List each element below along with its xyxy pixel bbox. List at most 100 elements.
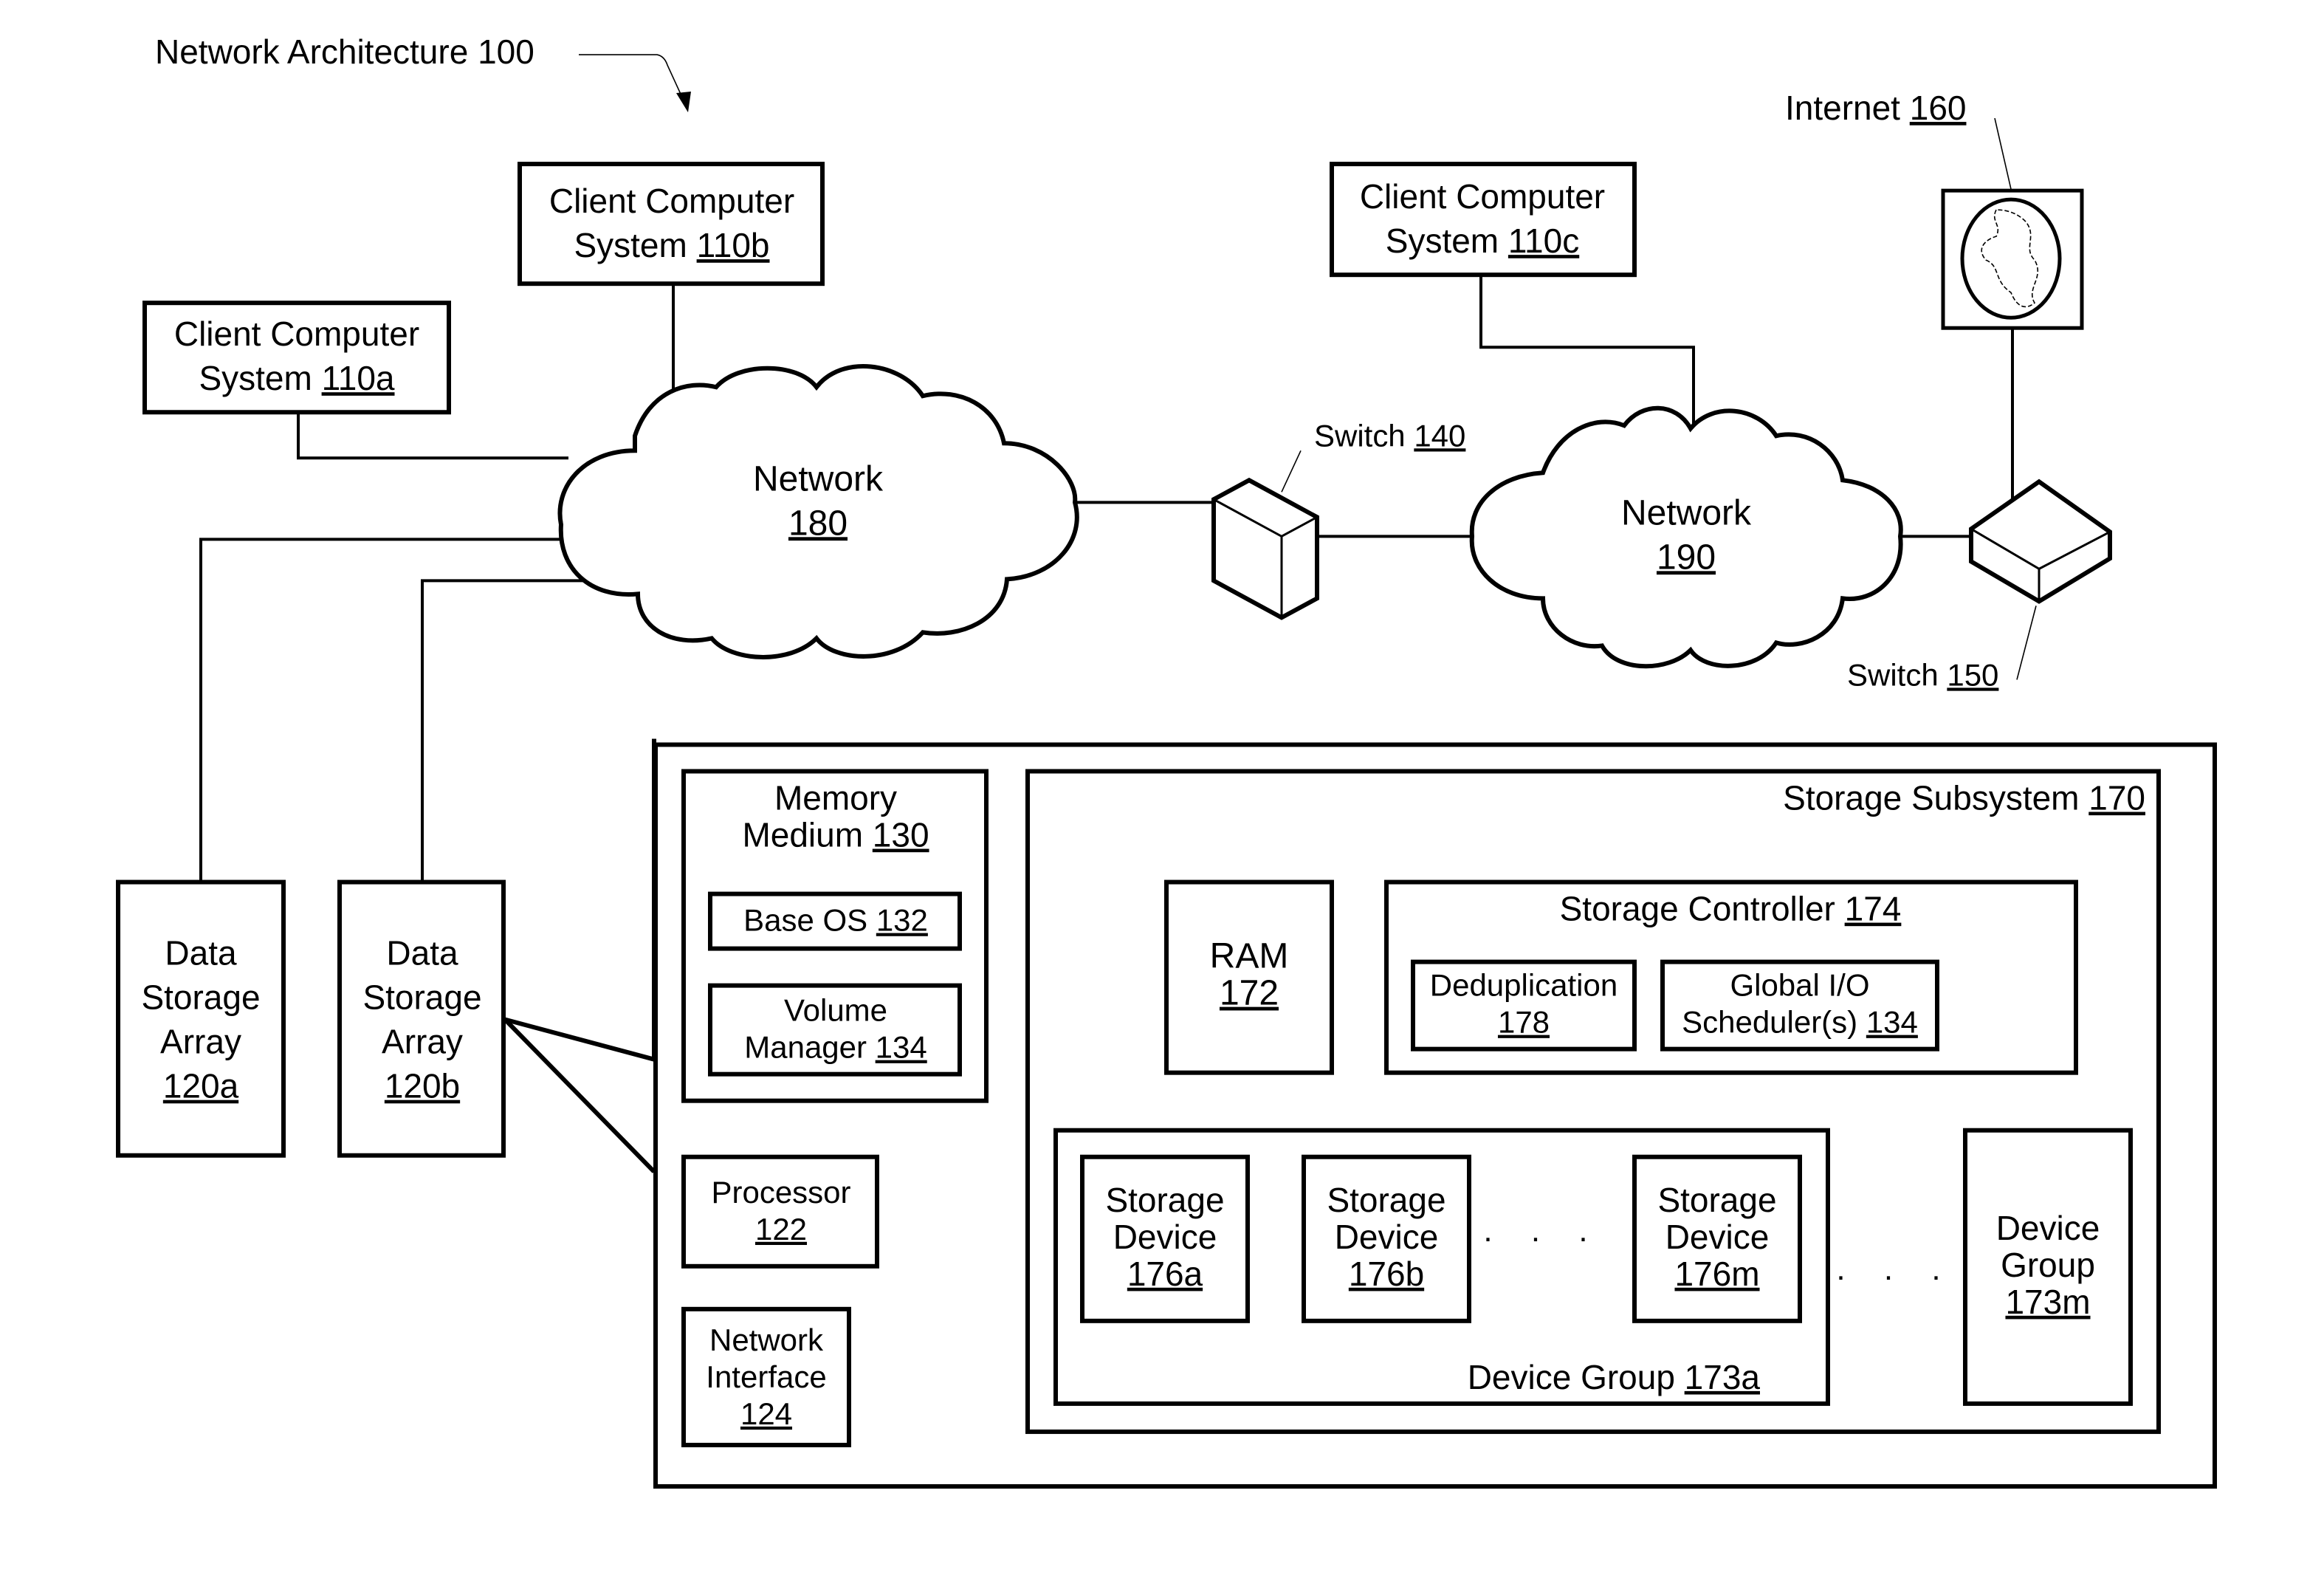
global-io-scheduler-134[interactable]: Global I/O Scheduler(s) 134 [1660, 959, 1939, 1052]
network-180-ref: 180 [788, 504, 848, 543]
device-group-173a-ref: 173a [1685, 1358, 1761, 1396]
client-110b-line1: Client Computer [549, 182, 794, 220]
svg-text:Manager 134: Manager 134 [744, 1030, 926, 1065]
storage-subsystem-ref: 170 [2088, 779, 2145, 817]
wire-110a-to-180 [297, 412, 568, 460]
ram-172[interactable]: RAM 172 [1164, 879, 1334, 1075]
internet-label: Internet [1785, 89, 1900, 127]
switch-140-leader [1281, 450, 1302, 493]
storage-controller-174[interactable]: Storage Controller 174 Deduplication 178… [1384, 879, 2078, 1075]
device-176m-ref: 176m [1674, 1255, 1759, 1293]
client-110c-line2: System [1386, 222, 1499, 260]
internet-160[interactable]: Internet 160 [1785, 89, 2084, 330]
client-110a-line2: System [199, 359, 312, 397]
device-176a-line1: Storage [1105, 1181, 1224, 1219]
device-176b-line1: Storage [1327, 1181, 1445, 1219]
device-group-173m-line2: Group [2001, 1246, 2095, 1284]
title-arrowhead-icon [676, 92, 691, 113]
storage-device-176a[interactable]: Storage Device 176a [1080, 1154, 1250, 1323]
base-os-ref: 132 [876, 903, 928, 938]
device-176b-line2: Device [1335, 1218, 1439, 1256]
svg-text:Base OS 132: Base OS 132 [743, 903, 928, 938]
storage-subsystem-170[interactable]: Storage Subsystem 170 RAM 172 Storage Co… [1025, 769, 2161, 1434]
network-interface-124[interactable]: Network Interface 124 [681, 1306, 851, 1447]
svg-text:System 110c: System 110c [1386, 222, 1579, 260]
scheduler-line2: Scheduler(s) [1682, 1005, 1857, 1040]
device-176a-line2: Device [1113, 1218, 1217, 1256]
switch-icon [1211, 477, 1319, 620]
switch-150-leader [2016, 606, 2037, 680]
svg-text:Device Group 173a: Device Group 173a [1468, 1358, 1761, 1396]
device-ellipsis: . . . [1483, 1212, 1602, 1249]
processor-122[interactable]: Processor 122 [681, 1154, 879, 1269]
callout-line-upper [504, 738, 656, 1063]
base-os-label: Base OS [743, 903, 867, 938]
data-storage-array-120a[interactable]: Data Storage Array 120a [116, 879, 286, 1158]
deduplication-178[interactable]: Deduplication 178 [1411, 959, 1637, 1052]
volume-manager-ref: 134 [876, 1030, 927, 1065]
svg-text:System 110b: System 110b [574, 226, 769, 264]
svg-text:Storage Subsystem 170: Storage Subsystem 170 [1783, 779, 2145, 817]
figure-title: Network Architecture 100 [155, 32, 691, 113]
base-os-132[interactable]: Base OS 132 [708, 891, 962, 951]
client-computer-110a[interactable]: Client Computer System 110a [142, 301, 451, 415]
internet-ref: 160 [1910, 89, 1967, 127]
array-120a-ref: 120a [163, 1067, 239, 1105]
callout-line-lower [503, 1018, 656, 1173]
client-computer-110b[interactable]: Client Computer System 110b [518, 162, 825, 287]
array-detail-panel: Memory Medium 130 Base OS 132 Volume Man… [653, 742, 2217, 1489]
memory-medium-130[interactable]: Memory Medium 130 Base OS 132 Volume Man… [681, 769, 989, 1103]
client-110c-ref: 110c [1508, 222, 1579, 260]
processor-label: Processor [711, 1175, 850, 1210]
deduplication-ref: 178 [1498, 1005, 1550, 1040]
ram-label: RAM [1210, 937, 1289, 976]
switch-140-label: Switch [1314, 418, 1406, 453]
volume-manager-line2: Manager [744, 1030, 867, 1065]
svg-text:Medium 130: Medium 130 [742, 816, 929, 854]
device-group-173m[interactable]: Device Group 173m [1963, 1128, 2133, 1406]
svg-text:Network Architecture 100: Network Architecture 100 [155, 32, 534, 71]
storage-device-176b[interactable]: Storage Device 176b [1302, 1154, 1471, 1323]
volume-manager-134[interactable]: Volume Manager 134 [708, 983, 962, 1077]
device-group-173m-ref: 173m [2005, 1283, 2090, 1321]
data-storage-array-120b[interactable]: Data Storage Array 120b [337, 879, 506, 1158]
volume-manager-line1: Volume [784, 993, 887, 1028]
array-120a-line1: Data [165, 934, 237, 972]
scheduler-ref: 134 [1866, 1005, 1918, 1040]
group-ellipsis: . . . [1836, 1251, 1955, 1287]
network-180[interactable]: Network 180 [557, 363, 1079, 659]
switch-140[interactable]: Switch 140 [1211, 418, 1465, 620]
device-group-173a[interactable]: Storage Device 176a Storage Device 176b … [1053, 1128, 1830, 1406]
figure-title-ref: 100 [478, 32, 534, 71]
network-190[interactable]: Network 190 [1469, 405, 1903, 669]
array-120b-line2: Storage [362, 978, 481, 1017]
svg-text:Switch 150: Switch 150 [1847, 657, 1998, 692]
client-110a-ref: 110a [322, 359, 395, 397]
svg-text:Internet 160: Internet 160 [1785, 89, 1966, 127]
device-group-173m-line1: Device [1996, 1209, 2100, 1247]
wire-120a-to-180 [199, 538, 568, 881]
svg-text:Switch 140: Switch 140 [1314, 418, 1465, 453]
storage-device-176m[interactable]: Storage Device 176m [1632, 1154, 1802, 1323]
device-176m-line1: Storage [1657, 1181, 1776, 1219]
memory-medium-ref: 130 [873, 816, 929, 854]
title-leader-line [579, 54, 684, 101]
svg-text:System 110a: System 110a [199, 359, 394, 397]
client-110b-ref: 110b [697, 226, 770, 264]
client-computer-110c[interactable]: Client Computer System 110c [1330, 162, 1637, 278]
scheduler-line1: Global I/O [1730, 968, 1869, 1003]
processor-ref: 122 [755, 1212, 807, 1246]
array-120a-line2: Storage [141, 978, 260, 1017]
client-110a-line1: Client Computer [174, 315, 419, 353]
globe-icon [1960, 197, 2062, 320]
client-110c-line1: Client Computer [1360, 177, 1605, 216]
ram-ref: 172 [1220, 974, 1279, 1013]
device-176m-line2: Device [1665, 1218, 1770, 1256]
storage-controller-ref: 174 [1845, 890, 1902, 928]
device-176b-ref: 176b [1349, 1255, 1424, 1293]
device-176a-ref: 176a [1127, 1255, 1203, 1293]
switch-150-ref: 150 [1947, 657, 1998, 692]
network-190-ref: 190 [1657, 538, 1716, 577]
network-interface-line2: Interface [706, 1359, 826, 1394]
array-120b-line1: Data [386, 934, 458, 972]
